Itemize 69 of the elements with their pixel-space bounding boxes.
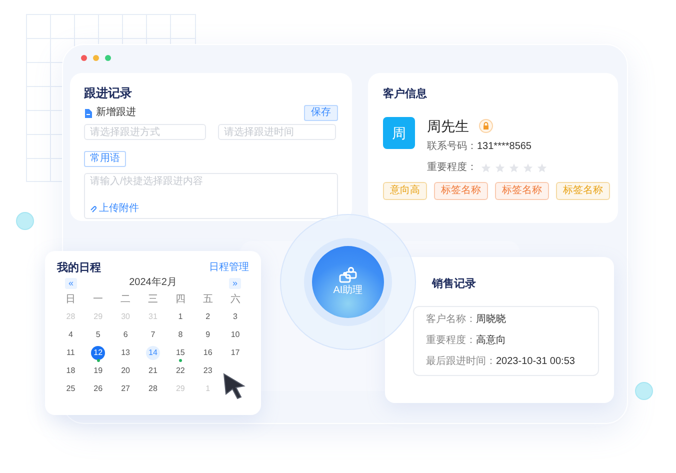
calendar-day[interactable]: 2 [200,310,215,324]
assistant-label: AI助理 [333,285,363,297]
star-icon [537,163,547,173]
calendar-day[interactable]: 6 [118,328,133,342]
tag: 标签名称 [495,182,549,200]
calendar-day[interactable]: 7 [146,328,160,342]
paperclip-icon [90,206,97,212]
weekday-label: 二 [120,294,131,306]
calendar-day[interactable]: 4 [64,328,78,342]
tag: 意向高 [383,182,427,200]
calendar-day[interactable]: 26 [91,382,106,396]
calendar-day[interactable]: 15 [173,346,188,360]
phone-number: 131****8565 [477,141,532,153]
tag: 标签名称 [434,182,488,200]
field-value: 2023-10-31 00:53 [496,355,575,369]
weekday-label: 一 [93,294,104,306]
star-icon [509,163,519,173]
card-title: 我的日程 [57,261,101,275]
month-label: 2024年2月 [129,277,177,289]
bubble-icon [635,382,653,400]
calendar-day[interactable]: 9 [200,328,215,342]
calendar-day[interactable]: 27 [118,382,133,396]
field-value: 周晓晓 [476,313,506,327]
calendar-day[interactable]: 18 [64,364,78,378]
calendar-day[interactable]: 10 [228,328,242,342]
star-icon [481,163,491,173]
calendar-day[interactable]: 3 [228,310,242,324]
importance-label: 重要程度： [427,162,477,174]
calendar-day[interactable]: 16 [200,346,215,360]
weekday-label: 五 [202,294,213,306]
time-field[interactable]: 请选择跟进时间 [218,124,336,140]
field-label: 重要程度： [426,334,476,348]
calendar-day[interactable]: 1 [173,310,188,324]
calendar-day[interactable]: 22 [173,364,188,378]
calendar-day[interactable]: 13 [118,346,133,360]
people-icon [339,267,357,283]
calendar-day[interactable]: 25 [64,382,78,396]
calendar-day[interactable]: 12 [91,346,106,360]
field-label: 最后跟进时间： [426,355,496,369]
method-field[interactable]: 请选择跟进方式 [84,124,206,140]
phone-label: 联系号码： [427,141,477,153]
tag: 标签名称 [556,182,610,200]
document-icon [84,108,92,118]
calendar-day[interactable]: 19 [91,364,106,378]
calendar-day[interactable]: 23 [200,364,215,378]
avatar: 周 [383,117,415,149]
bubble-icon [16,212,34,230]
calendar-day[interactable]: 28 [146,382,160,396]
customer-name: 周先生 [427,117,469,135]
calendar-day[interactable]: 11 [64,346,78,360]
calendar-day[interactable]: 20 [118,364,133,378]
calendar-day[interactable]: 5 [91,328,106,342]
lock-icon [479,119,493,133]
calendar-day[interactable]: 17 [228,346,242,360]
card-title: 销售记录 [432,277,476,291]
new-follow-up-label: 新增跟进 [96,107,136,119]
card-title: 客户信息 [383,87,427,101]
calendar-day[interactable]: 8 [173,328,188,342]
star-icon [523,163,533,173]
calendar-day[interactable]: 21 [146,364,160,378]
weekday-label: 三 [148,294,158,306]
card-title: 跟进记录 [84,85,133,101]
cursor-icon [222,372,246,400]
weekday-label: 四 [175,294,186,306]
field-value: 高意向 [476,334,506,348]
field-label: 客户名称： [426,313,476,327]
weekday-label: 日 [66,294,76,306]
star-icon [495,163,505,173]
weekday-label: 六 [230,294,240,306]
